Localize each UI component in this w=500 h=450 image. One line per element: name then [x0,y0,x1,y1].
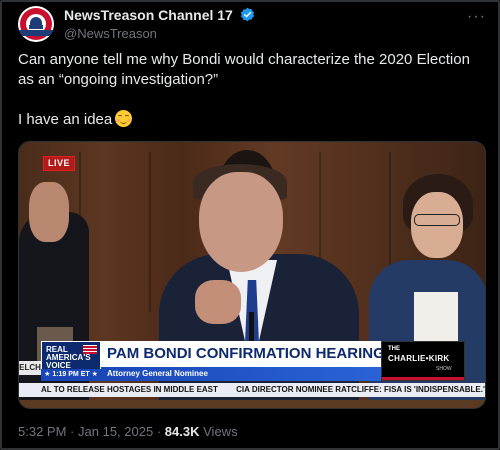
headline: PAM BONDI CONFIRMATION HEARING [101,341,381,367]
verified-badge-icon [241,7,255,22]
views-count: 84.3K [164,424,200,439]
author-display-name[interactable]: NewsTreason Channel 17 [64,7,233,23]
tweet-text-line-2: I have an idea [18,111,113,128]
ticker-item-1: AL TO RELEASE HOSTAGES IN MIDDLE EAST [41,385,218,394]
show-logo: THE CHARLIE•KIRK SHOW [381,341,465,381]
tweet-date[interactable]: Jan 15, 2025 [78,424,153,439]
tweet-text: Can anyone tell me why Bondi would chara… [18,50,480,130]
show-logo-label: SHOW [436,366,452,372]
lower-third-banner: ELCH REAL AMERICA'S VOICE ★ 1:19 PM ET ★… [19,339,485,399]
news-ticker: AL TO RELEASE HOSTAGES IN MIDDLE EAST CI… [19,383,485,397]
tweet-header: NewsTreason Channel 17 @NewsTreason ··· [18,6,486,46]
meta-separator-2: · [156,424,162,439]
tweet-meta: 5:32 PM · Jan 15, 2025 · 84.3K Views [18,424,238,439]
live-badge: LIVE [43,156,76,171]
subheadline: Attorney General Nominee [101,367,381,381]
author-name-block: NewsTreason Channel 17 @NewsTreason [64,6,255,41]
more-options-icon[interactable]: ··· [467,8,486,26]
video-player[interactable]: LIVE ELCH REAL AMERICA'S VOICE ★ 1:19 PM… [18,141,486,409]
cutoff-caption: ELCH [19,361,41,375]
tweet-text-line-1: Can anyone tell me why Bondi would chara… [18,51,470,88]
broadcast-time: ★ 1:19 PM ET ★ [41,369,101,381]
smiling-face-icon [115,110,133,127]
ticker-item-2: CIA DIRECTOR NOMINEE RATCLIFFE: FISA IS … [236,385,485,394]
meta-separator: · [70,424,75,439]
views-label: Views [203,424,238,439]
tweet-text-line-2-wrapper: I have an idea [18,110,480,130]
author-handle[interactable]: @NewsTreason [64,26,255,41]
broadcast-time-text: 1:19 PM ET [52,371,90,378]
author-avatar[interactable] [18,6,54,42]
show-logo-the: THE [388,346,400,352]
tweet-time[interactable]: 5:32 PM [18,424,66,439]
show-logo-name: CHARLIE•KIRK [388,354,450,363]
